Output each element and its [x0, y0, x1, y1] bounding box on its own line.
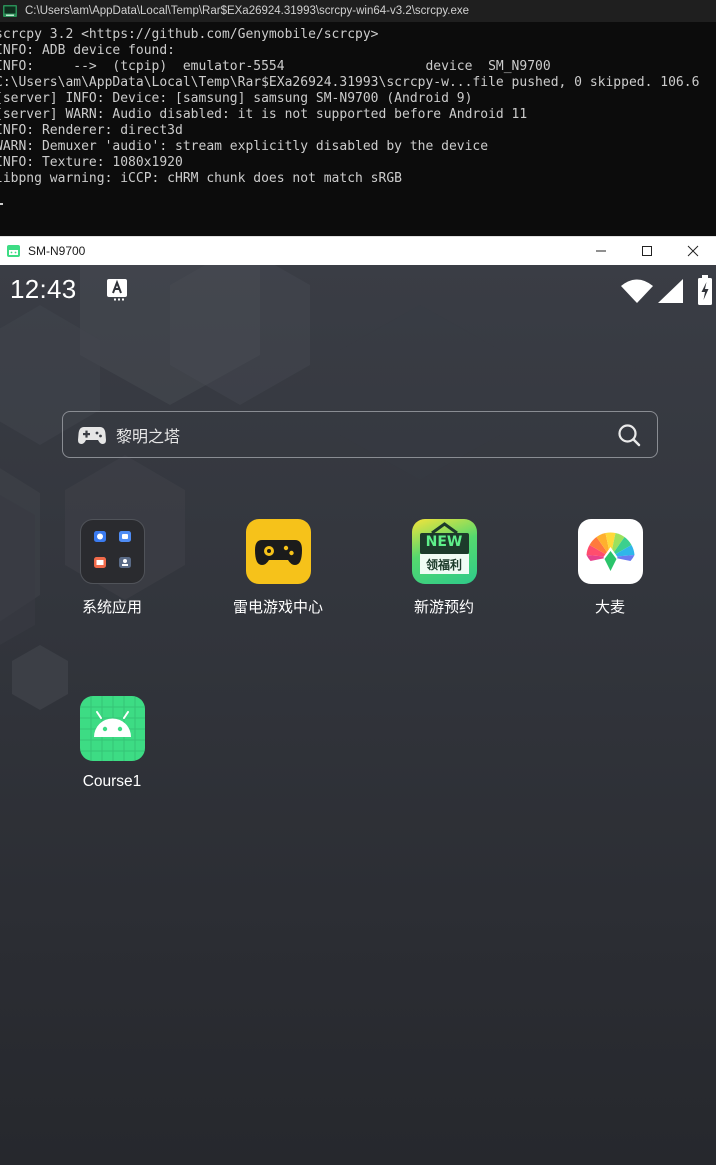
android-icon — [79, 696, 145, 761]
damai-icon — [577, 519, 643, 584]
close-icon — [687, 245, 699, 257]
console-title: C:\Users\am\AppData\Local\Temp\Rar$EXa26… — [25, 5, 470, 17]
app-label: 系统应用 — [81, 598, 142, 616]
app-label: Course1 — [82, 773, 142, 790]
app-label: 新游预约 — [413, 598, 474, 616]
device-screen[interactable]: 12:43 黎明之塔 系统应用 雷电游戏中心 NEW 领福利 新游预约 大麦 C… — [0, 265, 716, 1165]
console-cursor — [0, 203, 3, 205]
signal-icon — [658, 279, 683, 303]
status-bar: 12:43 — [0, 265, 716, 315]
battery-charging-icon — [698, 275, 712, 305]
keyboard-a-icon — [107, 279, 127, 301]
gamepad-icon — [78, 426, 106, 444]
close-button[interactable] — [670, 237, 716, 265]
app-new-games[interactable]: NEW 领福利 新游预约 — [369, 519, 519, 617]
status-time: 12:43 — [10, 274, 77, 304]
welfare-badge-text: 领福利 — [425, 558, 462, 572]
search-input[interactable]: 黎明之塔 — [116, 423, 617, 447]
scrcpy-window: SM-N9700 12:43 黎明之塔 系统应用 雷电游戏中心 NEW 领福利 … — [0, 236, 716, 1165]
new-badge-text: NEW — [425, 534, 463, 550]
console-line: scrcpy 3.2 <https://github.com/Genymobil… — [0, 27, 379, 42]
minimize-icon — [596, 250, 606, 252]
new-game-icon: NEW 领福利 — [411, 519, 477, 584]
console-line: [server] INFO: Device: [samsung] samsung… — [0, 91, 473, 106]
game-center-icon — [245, 519, 311, 584]
console-line: WARN: Demuxer 'audio': stream explicitly… — [0, 139, 489, 154]
app-label: 雷电游戏中心 — [232, 598, 323, 616]
console-line: INFO: Texture: 1080x1920 — [0, 155, 183, 170]
app-label: 大麦 — [594, 598, 625, 616]
window-titlebar[interactable]: SM-N9700 — [0, 236, 716, 265]
console-output: scrcpy 3.2 <https://github.com/Genymobil… — [0, 27, 716, 187]
console-titlebar[interactable]: C:\Users\am\AppData\Local\Temp\Rar$EXa26… — [0, 0, 716, 22]
android-window-icon — [7, 245, 20, 257]
console-line: INFO: Renderer: direct3d — [0, 123, 183, 138]
folder-icon — [79, 519, 145, 584]
maximize-icon — [642, 246, 652, 256]
console-line: [server] WARN: Audio disabled: it is not… — [0, 107, 528, 122]
maximize-button[interactable] — [624, 237, 670, 265]
app-system-folder[interactable]: 系统应用 — [37, 519, 187, 617]
search-bar[interactable]: 黎明之塔 — [62, 411, 658, 458]
console-line: C:\Users\am\AppData\Local\Temp\Rar$EXa26… — [0, 75, 700, 90]
console-line: INFO: --> (tcpip) emulator-5554 device S… — [0, 59, 551, 74]
app-damai[interactable]: 大麦 — [535, 519, 685, 617]
wifi-icon — [621, 279, 653, 303]
console-line: libpng warning: iCCP: cHRM chunk does no… — [0, 171, 402, 186]
terminal-icon — [3, 5, 17, 17]
console-line: INFO: ADB device found: — [0, 43, 176, 58]
app-game-center[interactable]: 雷电游戏中心 — [203, 519, 353, 617]
minimize-button[interactable] — [578, 237, 624, 265]
search-icon[interactable] — [617, 423, 641, 447]
window-title: SM-N9700 — [28, 244, 86, 258]
console-window: C:\Users\am\AppData\Local\Temp\Rar$EXa26… — [0, 0, 716, 236]
app-course1[interactable]: Course1 — [37, 696, 187, 791]
